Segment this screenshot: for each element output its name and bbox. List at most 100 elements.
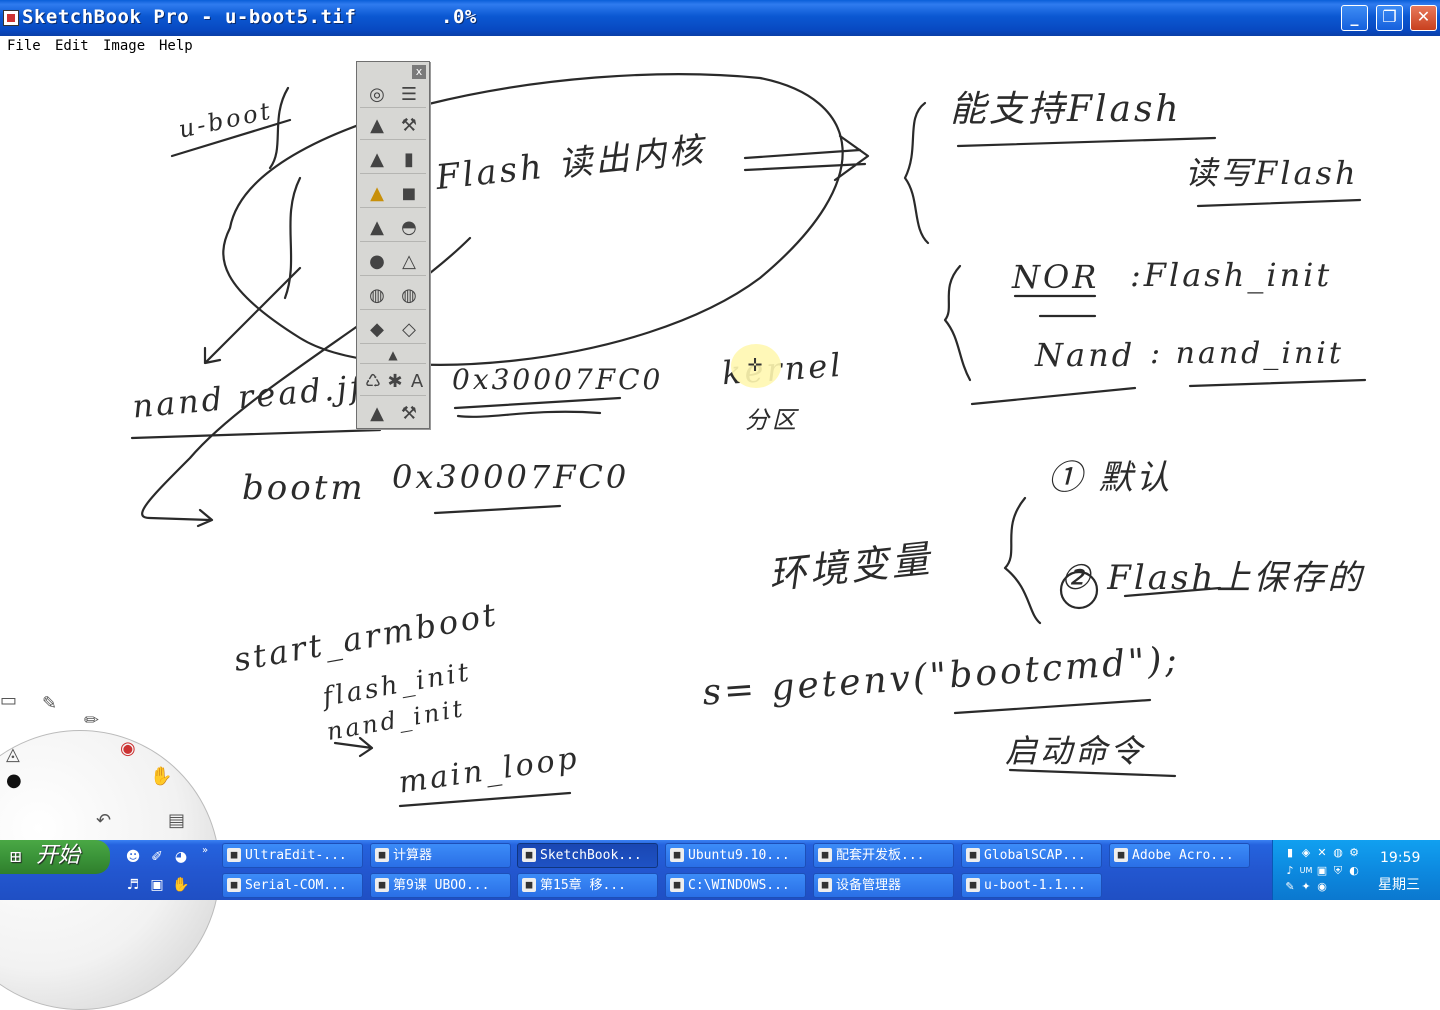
taskbar-button[interactable]: ■ 第15章 移... (517, 873, 658, 898)
chisel-brush-icon[interactable]: ▮ (396, 147, 422, 173)
tray-app2-icon[interactable]: ✕ (1315, 846, 1329, 860)
serial-icon: ■ (227, 878, 241, 892)
menu-bar: File Edit Image Help (0, 36, 1440, 58)
menu-help[interactable]: Help (159, 38, 193, 54)
marker-brush-icon[interactable]: ▲ (364, 147, 390, 173)
tray-network-icon[interactable]: ▣ (1315, 864, 1329, 878)
clock-time[interactable]: 19:59 (1380, 850, 1420, 866)
clock-weekday[interactable]: 星期三 (1378, 874, 1420, 894)
blur-brush-icon[interactable]: ● (364, 249, 390, 275)
start-button[interactable]: ⊞ 开始 (0, 840, 110, 874)
taskbar: ⊞ 开始 ☻ ✐ ◕ » ♬ ▣ ✋ ▮ ◈ ✕ ◍ ⚙ ♪ UM ▣ ⛨ ◐ … (0, 840, 1440, 900)
pen-brush-icon[interactable]: ▲ (364, 181, 390, 207)
crosshair-cursor-icon: ✛ (747, 355, 763, 376)
ballpoint-brush-icon[interactable]: ▲ (364, 215, 390, 241)
quicklaunch-qq-icon[interactable]: ☻ (124, 848, 142, 866)
tray-app7-icon[interactable]: ✦ (1299, 880, 1313, 894)
sketchbook-icon: ■ (522, 848, 536, 862)
quicklaunch-window-icon[interactable]: ▣ (148, 876, 166, 894)
taskbar-button-label: 第9课 UBOO... (393, 878, 490, 893)
lagoon-pencil-icon[interactable]: ✏ (84, 710, 99, 731)
tray-app4-icon[interactable]: ⚙ (1347, 846, 1361, 860)
quicklaunch-tool-icon[interactable]: ♬ (124, 876, 142, 894)
taskbar-button[interactable]: ■ 配套开发板... (813, 843, 954, 868)
drawing-canvas[interactable]: u-boot Flash 读出内核 能支持Flash 读写Flash NOR :… (0, 58, 1440, 1010)
ultraedit-icon: ■ (227, 848, 241, 862)
taskbar-button[interactable]: ■ GlobalSCAP... (961, 843, 1102, 868)
lagoon-airbrush-icon[interactable]: ✎ (42, 693, 57, 714)
menu-image[interactable]: Image (103, 38, 145, 54)
current-brush-icon[interactable]: ▲ (364, 401, 390, 427)
taskbar-button[interactable]: ■ SketchBook... (517, 843, 658, 868)
tray-volume-icon[interactable]: ♪ (1283, 864, 1297, 878)
brush-size-dot-icon[interactable]: ● (6, 770, 22, 791)
sketchbook-app-icon[interactable] (3, 10, 19, 26)
minimize-button[interactable]: _ (1341, 5, 1368, 31)
smear-brush-icon[interactable]: △ (396, 249, 422, 275)
vm-icon: ■ (670, 848, 684, 862)
stamp-brush-icon[interactable]: ◍ (364, 283, 390, 309)
tray-app6-icon[interactable]: ✎ (1283, 880, 1297, 894)
brush-properties-icon[interactable]: ☰ (396, 82, 422, 108)
note-support-flash: 能支持Flash (950, 89, 1182, 130)
tray-app5-icon[interactable]: ◐ (1347, 864, 1361, 878)
soft-brush-icon[interactable]: ◓ (396, 215, 422, 241)
taskbar-button[interactable]: ■ 设备管理器 (813, 873, 954, 898)
palette-collapse-icon[interactable]: ▲ (380, 342, 406, 368)
folder-icon: ■ (818, 848, 832, 862)
flat-brush-icon[interactable]: ◼ (396, 181, 422, 207)
tray-app3-icon[interactable]: ◍ (1331, 846, 1345, 860)
menu-file[interactable]: File (7, 38, 41, 54)
taskbar-button-label: 配套开发板... (836, 848, 925, 863)
title-bar[interactable]: SketchBook Pro - u-boot5.tif .0% _ ❐ ✕ (0, 0, 1440, 36)
taskbar-button[interactable]: ■ C:\WINDOWS... (665, 873, 806, 898)
pencil-brush-icon[interactable]: ▲ (364, 113, 390, 139)
uboot-icon: ■ (966, 878, 980, 892)
lagoon-brush-icon[interactable]: ◬ (6, 744, 20, 765)
undo-icon[interactable]: ↶ (96, 810, 111, 831)
maximize-icon: ❐ (1382, 7, 1397, 26)
taskbar-button[interactable]: ■ UltraEdit-... (222, 843, 363, 868)
globalscape-icon: ■ (966, 848, 980, 862)
note-nor: NOR (1012, 258, 1100, 296)
cmd-icon: ■ (670, 878, 684, 892)
tray-app8-icon[interactable]: ◉ (1315, 880, 1329, 894)
taskbar-button[interactable]: ■ 计算器 (370, 843, 511, 868)
color-wheel-icon[interactable]: ◉ (120, 738, 136, 759)
quicklaunch-hand-icon[interactable]: ✋ (172, 876, 190, 894)
tray-app1-icon[interactable]: ◈ (1299, 846, 1313, 860)
taskbar-button-label: 计算器 (393, 848, 433, 863)
taskbar-button-label: 第15章 移... (540, 878, 626, 893)
lagoon-transform-icon[interactable]: ✋ (150, 766, 172, 787)
doc-icon: ■ (375, 878, 389, 892)
lagoon-panel-icon[interactable]: ▭ (0, 690, 17, 711)
quicklaunch-app-icon[interactable]: ◕ (172, 848, 190, 866)
tray-um-icon[interactable]: UM (1299, 864, 1313, 878)
lagoon-layers-icon[interactable]: ▤ (168, 810, 185, 831)
taskbar-button-label: Adobe Acro... (1132, 848, 1234, 863)
brush-palette[interactable]: x ◎ ☰ ▲ ⚒ ▲ ▮ ▲ ◼ ▲ ◓ ● △ ◍ ◍ ◆ ◇ ▲ ♺ ✱ … (356, 61, 430, 429)
palette-close-button[interactable]: x (412, 65, 426, 79)
taskbar-button-label: 设备管理器 (836, 878, 902, 893)
maximize-button[interactable]: ❐ (1376, 5, 1403, 31)
stamp2-brush-icon[interactable]: ◍ (396, 283, 422, 309)
tray-shield-icon[interactable]: ⛨ (1331, 864, 1345, 878)
close-button[interactable]: ✕ (1410, 5, 1437, 31)
current-airbrush-icon[interactable]: ⚒ (396, 401, 422, 427)
airbrush-icon[interactable]: ⚒ (396, 113, 422, 139)
eraser-icon[interactable]: ◆ (364, 317, 390, 343)
menu-edit[interactable]: Edit (55, 38, 89, 54)
tray-battery-icon[interactable]: ▮ (1283, 846, 1297, 860)
note-flash-saved: ② Flash上保存的 (1060, 558, 1365, 598)
taskbar-button[interactable]: ■ 第9课 UBOO... (370, 873, 511, 898)
taskbar-button[interactable]: ■ Ubuntu9.10... (665, 843, 806, 868)
quicklaunch-paint-icon[interactable]: ✐ (148, 848, 166, 866)
doc-icon: ■ (522, 878, 536, 892)
taskbar-button[interactable]: ■ Serial-COM... (222, 873, 363, 898)
taskbar-button[interactable]: ■ Adobe Acro... (1109, 843, 1250, 868)
quicklaunch-more-icon[interactable]: » (196, 842, 214, 860)
taskbar-button[interactable]: ■ u-boot-1.1... (961, 873, 1102, 898)
eraser2-icon[interactable]: ◇ (396, 317, 422, 343)
text-icon[interactable]: A (404, 369, 430, 395)
brush-reset-icon[interactable]: ◎ (364, 82, 390, 108)
